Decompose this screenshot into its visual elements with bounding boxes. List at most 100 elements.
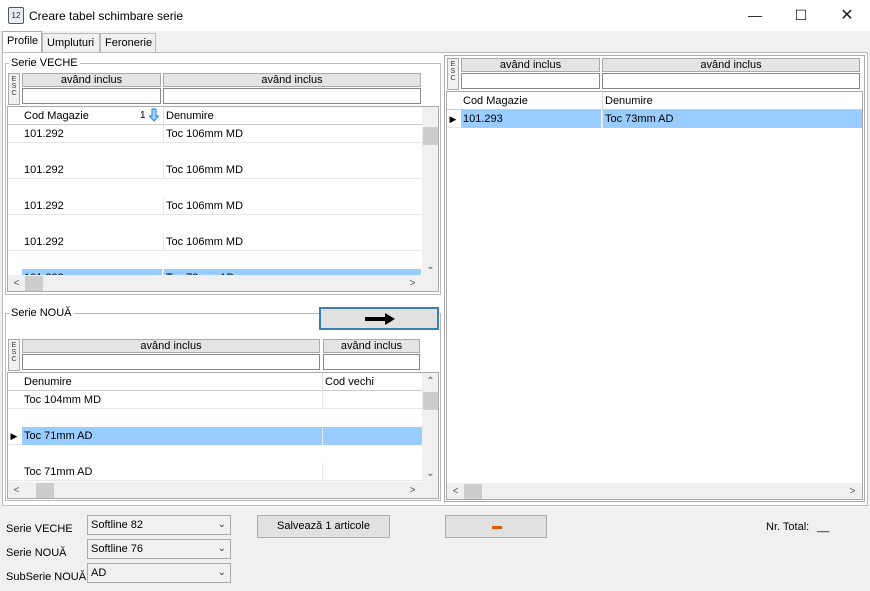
chevron-down-icon: ⌄ xyxy=(217,543,226,554)
table-row[interactable]: ▶101.293Toc 73mm AD xyxy=(447,110,862,128)
serie-noua-select[interactable]: Softline 76 ⌄ xyxy=(87,539,231,559)
cell-cod-vechi[interactable] xyxy=(322,463,422,481)
filter-header-cod-vechi: având inclus xyxy=(323,339,420,353)
scroll-thumb[interactable] xyxy=(25,276,43,291)
serie-veche-select[interactable]: Softline 82 ⌄ xyxy=(87,515,231,535)
cell-cod[interactable]: 101.292 xyxy=(22,233,162,251)
table-row[interactable]: 101.292 Toc 106mm MD xyxy=(8,125,422,143)
tab-profile-label: Profile xyxy=(7,35,39,47)
cell-denumire[interactable]: Toc 106mm MD xyxy=(163,197,421,215)
remove-button[interactable] xyxy=(445,515,547,538)
cell-cod[interactable]: 101.292 xyxy=(22,197,162,215)
esc-button-new[interactable]: ESC xyxy=(8,339,20,371)
horizontal-scrollbar[interactable]: < > xyxy=(8,275,438,291)
new-series-grid: Denumire Cod vechi Toc 104mm MD ▶ Toc 71mm… xyxy=(7,372,439,499)
row-selector-icon[interactable]: ▶ xyxy=(8,427,20,445)
right-arrow-icon xyxy=(365,313,395,325)
subserie-value: AD xyxy=(91,567,107,579)
filter-input-denumire-new[interactable] xyxy=(22,354,320,370)
horizontal-scrollbar[interactable]: < > xyxy=(447,483,862,499)
cell-denumire[interactable]: Toc 106mm MD xyxy=(163,233,421,251)
row-selector[interactable] xyxy=(8,463,20,481)
cell-cod[interactable]: 101.292 xyxy=(22,125,162,143)
filter-input-denumire-result[interactable] xyxy=(602,73,860,89)
cell-denumire[interactable]: Toc 73mm AD xyxy=(602,110,862,128)
scroll-left-icon[interactable]: < xyxy=(8,482,25,498)
cell-cod[interactable]: 101.293 xyxy=(461,110,601,128)
scroll-thumb[interactable] xyxy=(36,483,54,498)
scroll-left-icon[interactable]: < xyxy=(8,275,25,291)
col-header-denumire[interactable]: Denumire xyxy=(22,373,322,391)
col-header-cod-magazie[interactable]: Cod Magazie xyxy=(461,92,601,110)
scroll-right-icon[interactable]: > xyxy=(404,275,421,291)
vertical-scrollbar[interactable]: ⌄ xyxy=(422,107,438,275)
old-series-grid: Cod Magazie 1 Denumire 101.292 Toc 106mm … xyxy=(7,106,439,292)
scroll-left-icon[interactable]: < xyxy=(447,483,464,499)
cell-cod-vechi[interactable] xyxy=(322,391,422,409)
scroll-up-icon[interactable]: ⌃ xyxy=(422,373,438,390)
grid-header: Cod Magazie 1 Denumire xyxy=(8,107,422,125)
scroll-right-icon[interactable]: > xyxy=(844,483,861,499)
tab-feronerie[interactable]: Feronerie xyxy=(100,33,156,52)
minus-icon xyxy=(492,526,502,529)
table-row[interactable]: Toc 71mm AD xyxy=(8,463,422,481)
old-series-label: Serie VECHE xyxy=(9,57,80,69)
table-row[interactable]: 101.292 Toc 106mm MD xyxy=(8,233,422,251)
new-series-rows: Toc 104mm MD▶Toc 71mm ADToc 71mm ADToc 7… xyxy=(8,391,422,481)
cell-cod-vechi[interactable] xyxy=(322,427,422,445)
row-selector[interactable] xyxy=(8,161,20,179)
tab-profile[interactable]: Profile xyxy=(2,31,42,52)
filter-input-denumire-old[interactable] xyxy=(163,88,421,104)
minimize-icon[interactable]: — xyxy=(732,0,778,31)
row-selector[interactable] xyxy=(8,233,20,251)
scroll-down-icon[interactable]: ⌄ xyxy=(422,258,438,275)
save-button[interactable]: Salvează 1 articole xyxy=(257,515,390,538)
esc-button-old[interactable]: ESC xyxy=(8,73,20,105)
cell-denumire[interactable]: Toc 104mm MD xyxy=(22,391,322,409)
scroll-right-icon[interactable]: > xyxy=(404,482,421,498)
row-selector[interactable] xyxy=(8,125,20,143)
scroll-down-icon[interactable]: ⌄ xyxy=(422,465,438,482)
filter-input-cod-vechi[interactable] xyxy=(323,354,420,370)
scroll-thumb[interactable] xyxy=(464,484,482,499)
tab-feronerie-label: Feronerie xyxy=(105,37,153,49)
transfer-arrow-button[interactable] xyxy=(319,307,439,330)
maximize-icon[interactable]: ☐ xyxy=(778,0,824,31)
app-icon: 12 xyxy=(8,7,24,24)
result-rows: ▶ 101.293 Toc 73mm AD xyxy=(447,110,862,128)
scroll-thumb[interactable] xyxy=(423,127,438,145)
grid-header: Cod Magazie Denumire xyxy=(447,92,862,110)
esc-button-result[interactable]: ESC xyxy=(447,58,459,90)
scroll-thumb[interactable] xyxy=(423,392,438,410)
subserie-select[interactable]: AD ⌄ xyxy=(87,563,231,583)
col-header-cod-vechi[interactable]: Cod vechi xyxy=(322,373,422,391)
filter-header-denumire-new: având inclus xyxy=(22,339,320,353)
cell-denumire[interactable]: Toc 106mm MD xyxy=(163,161,421,179)
table-row[interactable]: ▶ Toc 71mm AD xyxy=(8,427,422,445)
row-selector[interactable] xyxy=(8,391,20,409)
close-icon[interactable]: ✕ xyxy=(824,0,870,31)
cell-denumire[interactable]: Toc 71mm AD xyxy=(22,463,322,481)
cell-cod[interactable]: 101.292 xyxy=(22,161,162,179)
title-bar: 12 Creare tabel schimbare serie — ☐ ✕ xyxy=(0,0,870,31)
row-selector[interactable] xyxy=(8,197,20,215)
table-row[interactable]: 101.292 Toc 106mm MD xyxy=(8,197,422,215)
serie-noua-label: Serie NOUĂ xyxy=(6,547,67,559)
row-selector-icon[interactable]: ▶ xyxy=(447,110,459,128)
cell-denumire[interactable]: Toc 106mm MD xyxy=(163,125,421,143)
result-grid: Cod Magazie Denumire ▶ 101.293 Toc 73mm AD… xyxy=(446,91,863,500)
tab-umpluturi[interactable]: Umpluturi xyxy=(42,33,100,52)
filter-input-cod-old[interactable] xyxy=(22,88,161,104)
table-row[interactable]: Toc 104mm MD xyxy=(8,391,422,409)
serie-noua-value: Softline 76 xyxy=(91,543,143,555)
vertical-scrollbar[interactable]: ⌃ ⌄ xyxy=(422,373,438,482)
col-header-denumire[interactable]: Denumire xyxy=(602,92,862,110)
sort-down-icon xyxy=(148,108,160,122)
filter-input-cod-result[interactable] xyxy=(461,73,600,89)
table-row[interactable]: 101.292 Toc 106mm MD xyxy=(8,161,422,179)
col-header-denumire[interactable]: Denumire xyxy=(163,107,421,125)
grid-header: Denumire Cod vechi xyxy=(8,373,422,391)
old-series-rows: 101.292 Toc 106mm MD 101.292 Toc 106mm MD 10… xyxy=(8,125,422,287)
cell-denumire[interactable]: Toc 71mm AD xyxy=(22,427,322,445)
horizontal-scrollbar[interactable]: < > xyxy=(8,482,438,498)
